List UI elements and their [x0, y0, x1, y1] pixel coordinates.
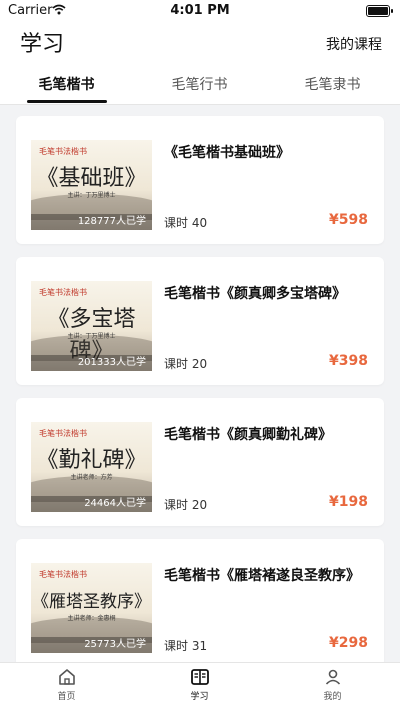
course-price: ¥298	[329, 635, 368, 651]
course-card[interactable]: 毛笔书法楷书 《雁塔圣教序》 主讲老师：金惠桐 25773人已学 毛笔楷书《雁塔…	[16, 539, 384, 667]
thumbnail-title: 《基础班》	[36, 166, 147, 191]
thumbnail-badge: 毛笔书法楷书	[39, 147, 87, 156]
course-title: 《毛笔楷书基础班》	[164, 145, 290, 161]
page-title: 学习	[20, 32, 65, 57]
tab-kaishu[interactable]: 毛笔楷书	[0, 74, 133, 94]
status-time: 4:01 PM	[170, 3, 230, 18]
active-tab-indicator	[27, 100, 107, 103]
course-card[interactable]: 毛笔书法楷书 《多宝塔碑》 主讲：丁万里博士 201333人已学 毛笔楷书《颜真…	[16, 257, 384, 385]
thumbnail-badge: 毛笔书法楷书	[39, 288, 87, 297]
user-icon	[325, 669, 340, 685]
thumbnail-title: 《雁塔圣教序》	[32, 592, 151, 612]
lesson-count: 课时 31	[164, 639, 208, 653]
course-price: ¥398	[329, 353, 368, 369]
nav-home[interactable]: 首页	[0, 667, 133, 702]
lesson-count: 课时 20	[164, 357, 208, 371]
course-thumbnail: 毛笔书法楷书 《多宝塔碑》 主讲：丁万里博士 201333人已学	[31, 281, 152, 371]
nav-study[interactable]: 学习	[133, 667, 266, 702]
course-title: 毛笔楷书《颜真卿多宝塔碑》	[164, 286, 346, 302]
thumbnail-title: 《勤礼碑》	[36, 448, 147, 473]
course-thumbnail: 毛笔书法楷书 《勤礼碑》 主讲老师：方芳 24464人已学	[31, 422, 152, 512]
course-list: 毛笔书法楷书 《基础班》 主讲：丁万里博士 128777人已学 《毛笔楷书基础班…	[16, 116, 384, 680]
nav-mine[interactable]: 我的	[266, 667, 399, 702]
category-tabs: 毛笔楷书 毛笔行书 毛笔隶书	[0, 62, 400, 105]
my-courses-link[interactable]: 我的课程	[326, 34, 382, 54]
tab-xingshu[interactable]: 毛笔行书	[133, 74, 266, 94]
learner-count: 24464人已学	[31, 496, 152, 512]
course-title: 毛笔楷书《雁塔褚遂良圣教序》	[164, 568, 360, 584]
thumbnail-badge: 毛笔书法楷书	[39, 429, 87, 438]
nav-mine-label: 我的	[323, 692, 342, 702]
course-card[interactable]: 毛笔书法楷书 《基础班》 主讲：丁万里博士 128777人已学 《毛笔楷书基础班…	[16, 116, 384, 244]
lesson-count: 课时 20	[164, 498, 208, 512]
nav-home-label: 首页	[57, 692, 76, 702]
page-header: 学习 我的课程	[0, 22, 400, 62]
learner-count: 128777人已学	[31, 214, 152, 230]
bottom-nav: 首页 学习 我的	[0, 662, 400, 712]
learner-count: 201333人已学	[31, 355, 152, 371]
course-title: 毛笔楷书《颜真卿勤礼碑》	[164, 427, 332, 443]
nav-study-label: 学习	[190, 692, 209, 702]
lesson-count: 课时 40	[164, 216, 208, 230]
learner-count: 25773人已学	[31, 637, 152, 653]
book-icon	[190, 669, 209, 685]
thumbnail-badge: 毛笔书法楷书	[39, 570, 87, 579]
course-price: ¥598	[329, 212, 368, 228]
course-price: ¥198	[329, 494, 368, 510]
home-icon	[58, 669, 75, 685]
tab-lishu[interactable]: 毛笔隶书	[266, 74, 399, 94]
course-card[interactable]: 毛笔书法楷书 《勤礼碑》 主讲老师：方芳 24464人已学 毛笔楷书《颜真卿勤礼…	[16, 398, 384, 526]
course-thumbnail: 毛笔书法楷书 《基础班》 主讲：丁万里博士 128777人已学	[31, 140, 152, 230]
course-thumbnail: 毛笔书法楷书 《雁塔圣教序》 主讲老师：金惠桐 25773人已学	[31, 563, 152, 653]
status-bar: Carrier 4:01 PM	[0, 0, 400, 22]
battery-icon	[366, 5, 393, 17]
